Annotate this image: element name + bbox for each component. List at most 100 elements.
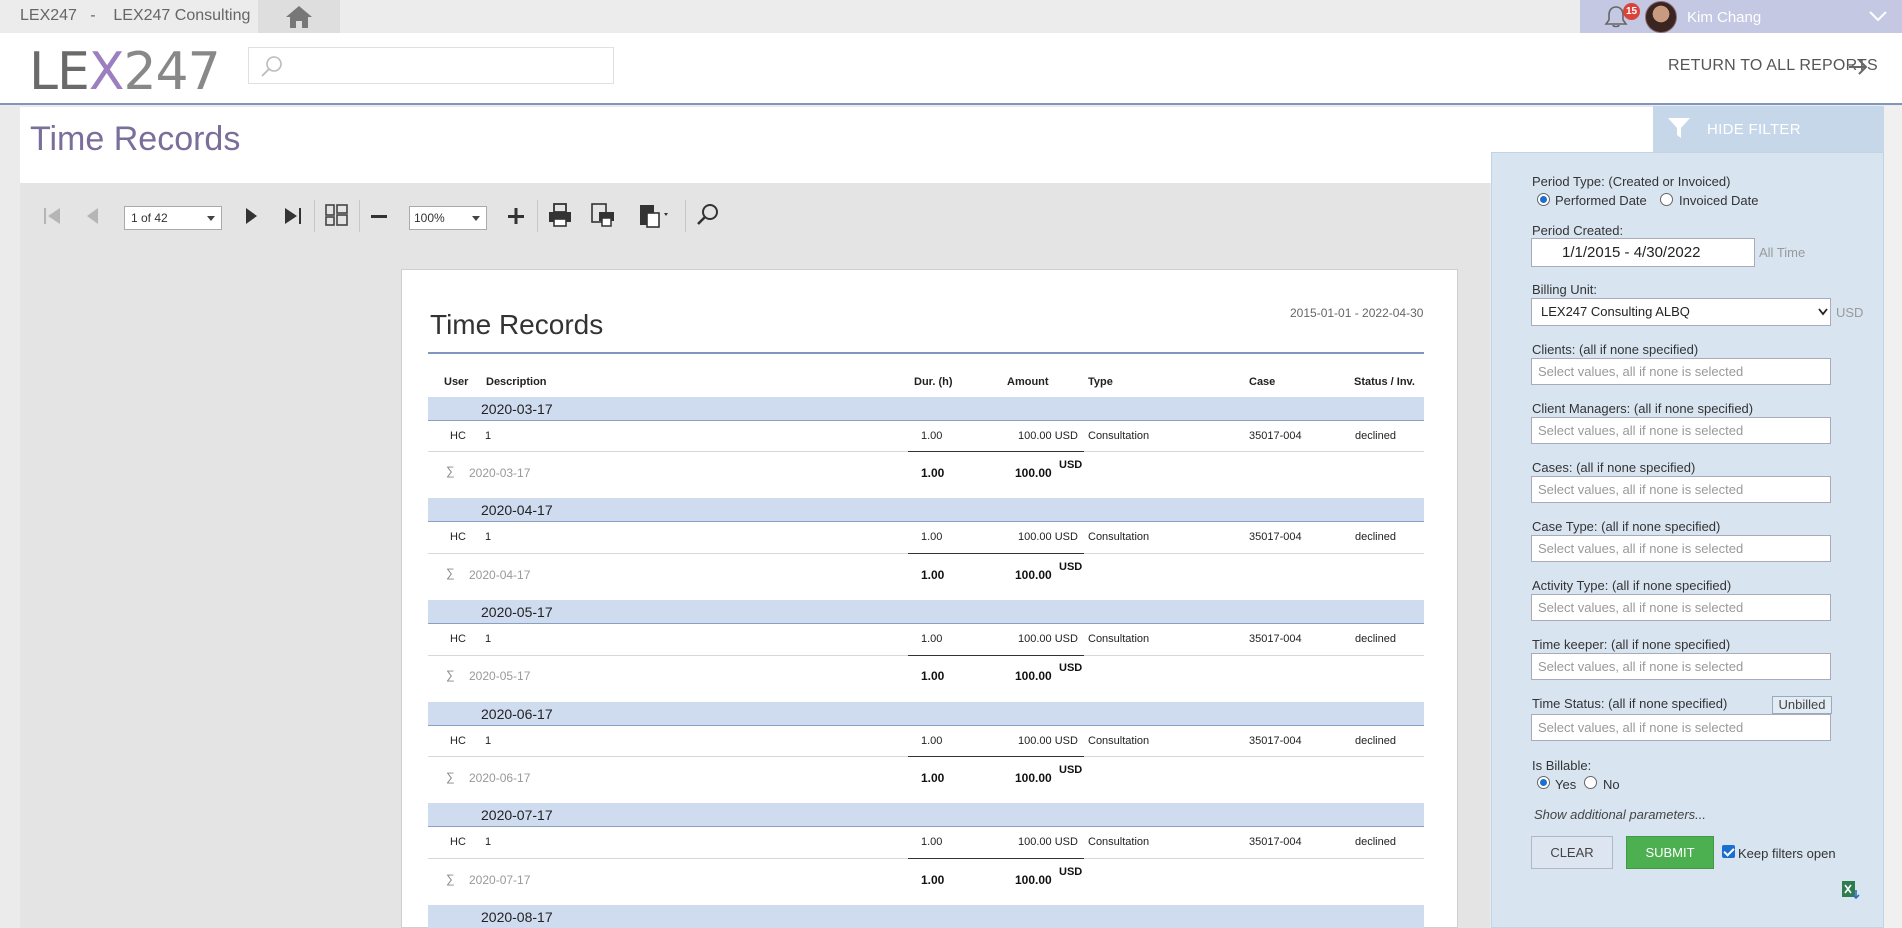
user-name[interactable]: Kim Chang [1687,9,1761,26]
toolbar-separator [685,200,686,232]
sum-label: 2020-07-17 [469,873,531,887]
page-title: Time Records [30,120,241,158]
currency-label: USD [1836,305,1864,320]
column-header-type: Type [1088,376,1113,388]
cell-status: declined [1355,735,1396,747]
sum-rule [908,655,1084,656]
group-date: 2020-04-17 [481,502,553,518]
time-status-input[interactable]: Select values, all if none is selected [1531,714,1831,741]
sum-duration: 1.00 [921,568,945,582]
date-group-header: 2020-08-17 [428,905,1424,928]
period-type-label: Period Type: (Created or Invoiced) [1532,174,1731,189]
chevron-down-icon[interactable] [1868,9,1888,23]
performed-date-label[interactable]: Performed Date [1555,193,1647,208]
cell-user: HC [450,430,466,442]
billable-yes-label[interactable]: Yes [1555,777,1576,792]
clients-label: Clients: (all if none specified) [1532,342,1699,357]
performed-date-radio[interactable] [1537,193,1550,206]
scrollbar[interactable] [1884,106,1902,928]
search-report-icon[interactable] [694,201,722,229]
submit-button[interactable]: SUBMIT [1626,836,1714,869]
date-group-header: 2020-06-17 [428,702,1424,726]
export-icon[interactable] [637,201,673,229]
billing-unit-select[interactable]: LEX247 Consulting ALBQ [1531,298,1831,326]
column-header-duration: Dur. (h) [914,376,953,388]
report-title: Time Records [430,309,604,340]
invoiced-date-radio[interactable] [1660,193,1673,206]
all-time-link[interactable]: All Time [1759,245,1805,260]
sum-amount: 100.00 [1015,466,1052,480]
billable-no-radio[interactable] [1584,776,1597,789]
sum-currency: USD [1059,866,1083,878]
cell-amount: 100.00 USD [1018,430,1078,442]
cell-user: HC [450,633,466,645]
chevron-down-icon[interactable] [1818,308,1828,316]
case-type-input[interactable]: Select values, all if none is selected [1531,535,1831,562]
sum-rule [908,451,1084,452]
client-managers-label: Client Managers: (all if none specified) [1532,401,1754,416]
group-date: 2020-03-17 [481,401,553,417]
date-group-header: 2020-05-17 [428,600,1424,624]
clients-input[interactable]: Select values, all if none is selected [1531,358,1831,385]
activity-type-label: Activity Type: (all if none specified) [1532,578,1732,593]
activity-type-input[interactable]: Select values, all if none is selected [1531,594,1831,621]
billable-yes-radio[interactable] [1537,776,1550,789]
show-additional-parameters-link[interactable]: Show additional parameters... [1534,807,1706,822]
group-date: 2020-07-17 [481,807,553,823]
search-input[interactable] [293,54,603,78]
billable-no-label[interactable]: No [1603,777,1620,792]
avatar[interactable] [1645,1,1677,33]
first-page-icon[interactable] [41,205,63,227]
multi-page-icon[interactable] [323,201,351,229]
logo[interactable]: LEX247 [29,46,221,98]
cell-type: Consultation [1088,430,1150,442]
time-status-label: Time Status: (all if none specified) [1532,696,1728,711]
zoom-in-icon[interactable] [505,205,527,227]
zoom-out-icon[interactable] [368,205,390,227]
arrow-right-icon[interactable] [1846,55,1870,79]
unbilled-chip[interactable]: Unbilled [1772,696,1832,714]
case-type-label: Case Type: (all if none specified) [1532,519,1721,534]
sum-rule [908,858,1084,859]
invoiced-date-label[interactable]: Invoiced Date [1679,193,1759,208]
cell-duration: 1.00 [921,430,943,442]
sum-symbol: ∑ [446,770,455,784]
keep-filters-open-label[interactable]: Keep filters open [1738,846,1836,861]
next-page-icon[interactable] [240,205,262,227]
cell-status: declined [1355,531,1396,543]
sum-duration: 1.00 [921,466,945,480]
report-divider [428,352,1424,354]
zoom-select[interactable]: 100% [409,206,487,230]
cell-status: declined [1355,836,1396,848]
sum-currency: USD [1059,764,1083,776]
print-page-icon[interactable] [589,201,617,229]
billing-unit-label: Billing Unit: [1532,282,1598,297]
funnel-icon[interactable] [1666,115,1692,141]
sum-currency: USD [1059,662,1083,674]
print-icon[interactable] [546,201,574,229]
sum-rule [908,553,1084,554]
keep-filters-open-checkbox[interactable] [1722,845,1735,858]
column-header-description: Description [486,376,547,388]
period-date-range-input[interactable]: 1/1/2015 - 4/30/2022 [1531,238,1755,267]
sum-label: 2020-03-17 [469,466,531,480]
home-tab[interactable] [258,0,340,33]
clear-button[interactable]: CLEAR [1531,836,1613,869]
cell-type: Consultation [1088,633,1150,645]
sum-currency: USD [1059,459,1083,471]
sum-duration: 1.00 [921,873,945,887]
sum-amount: 100.00 [1015,669,1052,683]
client-managers-input[interactable]: Select values, all if none is selected [1531,417,1831,444]
page-select[interactable]: 1 of 42 [124,206,222,230]
notification-badge: 15 [1623,3,1640,20]
cases-input[interactable]: Select values, all if none is selected [1531,476,1831,503]
search-box[interactable] [248,47,614,84]
hide-filter-label[interactable]: HIDE FILTER [1707,121,1801,138]
cases-label: Cases: (all if none specified) [1532,460,1696,475]
excel-export-icon[interactable] [1840,879,1862,901]
time-keeper-input[interactable]: Select values, all if none is selected [1531,653,1831,680]
last-page-icon[interactable] [282,205,304,227]
previous-page-icon[interactable] [82,205,104,227]
sum-symbol: ∑ [446,464,455,478]
sum-symbol: ∑ [446,872,455,886]
